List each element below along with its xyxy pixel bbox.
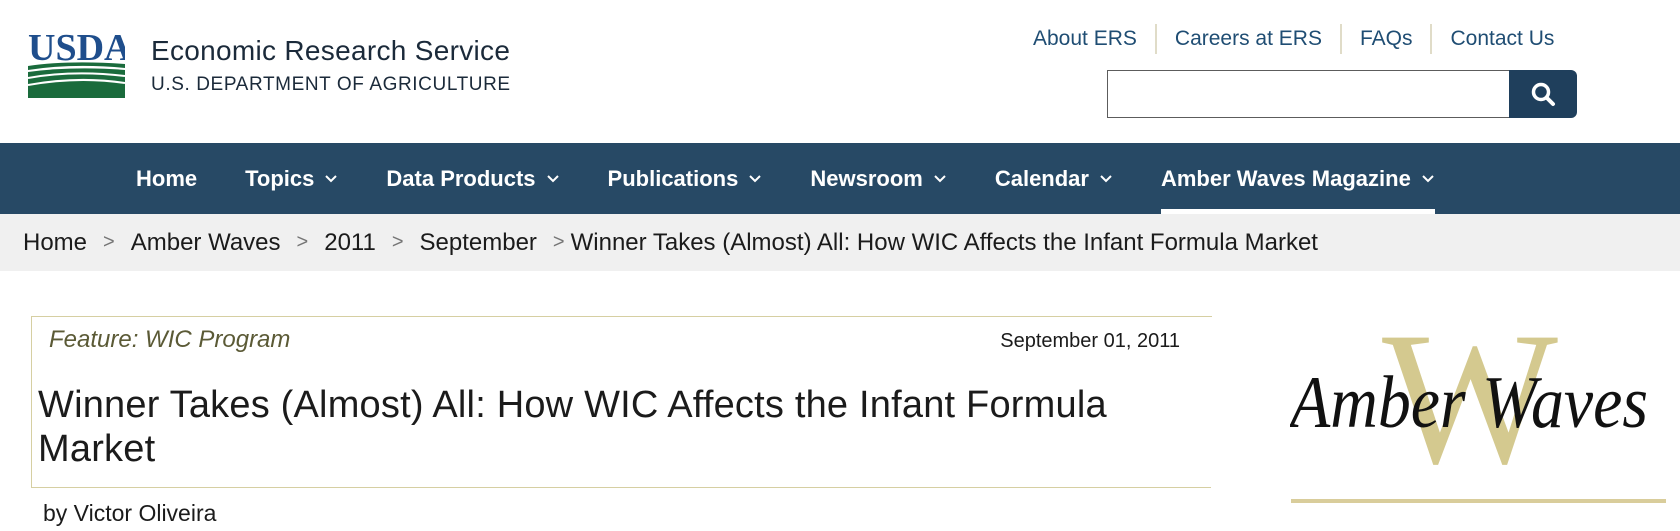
breadcrumb-separator: > [103,231,115,253]
nav-data-products[interactable]: Data Products [362,143,583,214]
breadcrumb-month[interactable]: September [420,229,537,257]
agency-name[interactable]: Economic Research Service [151,34,511,68]
byline: by Victor Oliveira [43,500,217,526]
nav-label: Home [136,165,198,191]
nav-publications[interactable]: Publications [584,143,787,214]
breadcrumb-separator: > [391,231,404,253]
chevron-down-icon [325,174,338,182]
nav-newsroom[interactable]: Newsroom [786,143,970,214]
utility-nav: About ERS Careers at ERS FAQs Contact Us [1015,22,1572,56]
nav-amber-waves-magazine[interactable]: Amber Waves Magazine [1137,143,1459,214]
chevron-down-icon [934,174,946,182]
nav-topics[interactable]: Topics [221,143,362,214]
svg-text:Amber Waves: Amber Waves [1290,362,1648,444]
nav-label: Data Products [386,165,536,191]
feature-label: Feature: WIC Program [49,326,291,353]
careers-link[interactable]: Careers at ERS [1157,24,1340,54]
nav-home[interactable]: Home [112,143,221,214]
nav-calendar[interactable]: Calendar [971,143,1137,214]
amber-waves-logo: W Amber Waves [1286,294,1650,504]
contact-us-link[interactable]: Contact Us [1432,24,1572,54]
divider [31,487,1211,488]
divider [1291,499,1666,503]
nav-label: Amber Waves Magazine [1160,165,1411,191]
faqs-link[interactable]: FAQs [1342,24,1431,54]
breadcrumb-year[interactable]: 2011 [324,229,376,257]
search-input[interactable] [1107,70,1509,118]
search-button[interactable] [1509,70,1577,118]
about-ers-link[interactable]: About ERS [1015,24,1155,54]
usda-logo[interactable]: USDA [27,27,132,98]
site-header: USDA Economic Research Service U.S. DEPA… [0,0,1680,143]
agency-identity[interactable]: Economic Research Service U.S. DEPARTMEN… [151,34,511,96]
breadcrumb: Home > Amber Waves > 2011 > September > … [0,214,1680,271]
nav-label: Topics [245,165,315,191]
chevron-down-icon [749,174,762,182]
breadcrumb-home[interactable]: Home [23,229,87,257]
breadcrumb-separator: > [552,231,565,253]
breadcrumb-amber-waves[interactable]: Amber Waves [131,229,281,257]
breadcrumb-current: Winner Takes (Almost) All: How WIC Affec… [570,228,1318,256]
search-form [1107,70,1577,118]
chevron-down-icon [1100,174,1112,182]
main-nav: Home Topics Data Products Publications N… [0,143,1680,214]
search-icon [1531,82,1555,106]
page-title: Winner Takes (Almost) All: How WIC Affec… [38,384,1107,470]
nav-label: Calendar [994,165,1089,191]
divider [32,316,1212,317]
chevron-down-icon [546,174,559,182]
chevron-down-icon [1422,174,1434,182]
article-date: September 01, 2011 [1000,330,1180,352]
nav-label: Newsroom [810,165,923,191]
nav-label: Publications [607,165,739,191]
department-name: U.S. DEPARTMENT OF AGRICULTURE [151,74,511,95]
breadcrumb-separator: > [296,231,309,253]
